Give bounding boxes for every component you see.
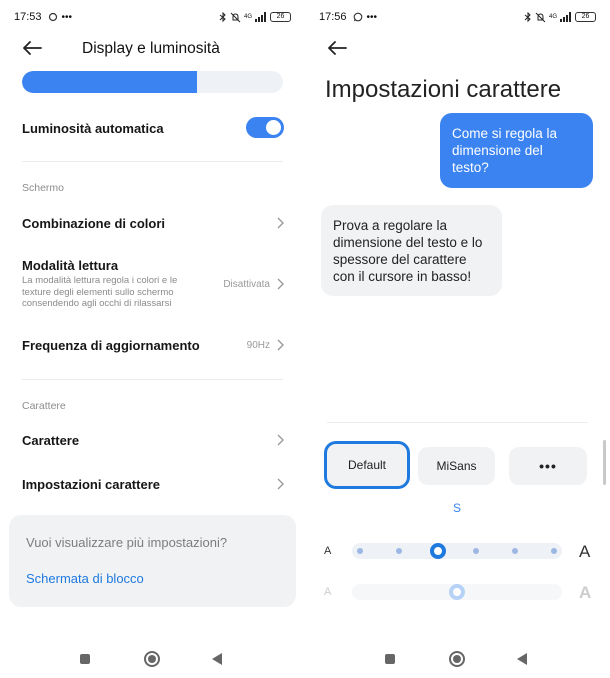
recent-apps-button[interactable]: [80, 654, 90, 664]
weight-slider-large-label: A: [579, 583, 592, 602]
home-button[interactable]: [449, 651, 465, 667]
mute-icon: [230, 12, 241, 22]
nav-back-button[interactable]: [517, 653, 527, 665]
network-type: 4G: [548, 14, 557, 20]
text-size-thumb[interactable]: [429, 543, 446, 559]
status-time: 17:53: [14, 11, 42, 23]
section-label-carattere: Carattere: [22, 400, 66, 412]
reading-mode-description: La modalità lettura regola i colori e le…: [22, 275, 178, 309]
weight-slider-small-label: A: [324, 586, 332, 598]
section-label-schermo: Schermo: [22, 182, 65, 194]
text-size-stop: [512, 548, 519, 554]
display-settings-screen: 17:53 ••• 4G 26 Display e luminosità Lum…: [0, 0, 305, 678]
text-size-slider[interactable]: [352, 543, 562, 559]
divider: [22, 161, 283, 162]
divider: [327, 422, 588, 423]
chevron-right-icon: [277, 478, 284, 490]
mute-icon: [535, 12, 546, 22]
size-slider-large-label: A: [579, 542, 591, 561]
font-settings-screen: 17:56 ••• 4G 26 Impostazioni carattere C…: [305, 0, 610, 678]
text-size-stop: [357, 548, 363, 554]
text-size-stop: [473, 548, 480, 554]
battery-icon: 26: [575, 12, 596, 22]
text-size-stop: [551, 548, 557, 554]
recent-apps-button[interactable]: [385, 654, 395, 664]
signal-icon: [255, 12, 266, 22]
more-dots-icon: •••: [61, 11, 73, 23]
refresh-rate-row[interactable]: Frequenza di aggiornamento: [22, 338, 200, 353]
reading-mode-value: Disattivata: [223, 279, 270, 290]
auto-brightness-toggle[interactable]: [246, 117, 284, 138]
font-option-more[interactable]: •••: [509, 447, 587, 485]
brightness-fill: [22, 71, 197, 93]
divider: [22, 379, 283, 380]
notification-icon: [48, 12, 57, 22]
bluetooth-icon: [524, 11, 531, 22]
battery-icon: 26: [270, 12, 291, 22]
status-bar: 17:53 ••• 4G 26: [14, 9, 291, 25]
chevron-right-icon: [277, 278, 284, 290]
nav-back-button[interactable]: [212, 653, 222, 665]
font-option-misans[interactable]: MiSans: [418, 447, 495, 485]
back-arrow-icon[interactable]: [327, 41, 347, 55]
chevron-right-icon: [277, 434, 284, 446]
color-scheme-row[interactable]: Combinazione di colori: [22, 216, 165, 231]
text-weight-slider[interactable]: [352, 584, 562, 600]
lock-screen-link[interactable]: Schermata di blocco: [26, 571, 144, 586]
brightness-slider[interactable]: [22, 71, 283, 93]
toggle-knob: [266, 120, 281, 135]
more-dots-icon: •••: [366, 11, 378, 23]
font-option-default[interactable]: Default: [324, 441, 410, 489]
font-row[interactable]: Carattere: [22, 433, 79, 448]
back-arrow-icon[interactable]: [22, 41, 42, 55]
font-settings-row[interactable]: Impostazioni carattere: [22, 477, 160, 492]
scrollbar[interactable]: [603, 440, 606, 485]
text-weight-thumb[interactable]: [449, 584, 465, 600]
status-bar: 17:56 ••• 4G 26: [319, 9, 596, 25]
signal-icon: [560, 12, 571, 22]
chat-bubble-answer: Prova a regolare la dimensione del testo…: [321, 205, 502, 296]
reading-mode-row[interactable]: Modalità lettura: [22, 258, 118, 273]
auto-brightness-label: Luminosità automatica: [22, 121, 164, 136]
home-button[interactable]: [144, 651, 160, 667]
text-size-marker: S: [453, 501, 462, 515]
more-settings-question: Vuoi visualizzare più impostazioni?: [26, 535, 228, 550]
chevron-right-icon: [277, 339, 284, 351]
page-title: Display e luminosità: [82, 40, 220, 57]
refresh-rate-value: 90Hz: [246, 340, 270, 351]
size-slider-small-label: A: [324, 545, 332, 557]
whatsapp-icon: [353, 12, 362, 22]
bluetooth-icon: [219, 11, 226, 22]
chevron-right-icon: [277, 217, 284, 229]
chat-bubble-question: Come si regola la dimensione del testo?: [440, 113, 593, 188]
status-time: 17:56: [319, 11, 347, 23]
more-settings-card: Vuoi visualizzare più impostazioni? Sche…: [9, 515, 296, 607]
page-title: Impostazioni carattere: [325, 76, 562, 103]
text-size-stop: [395, 548, 402, 554]
network-type: 4G: [243, 14, 252, 20]
